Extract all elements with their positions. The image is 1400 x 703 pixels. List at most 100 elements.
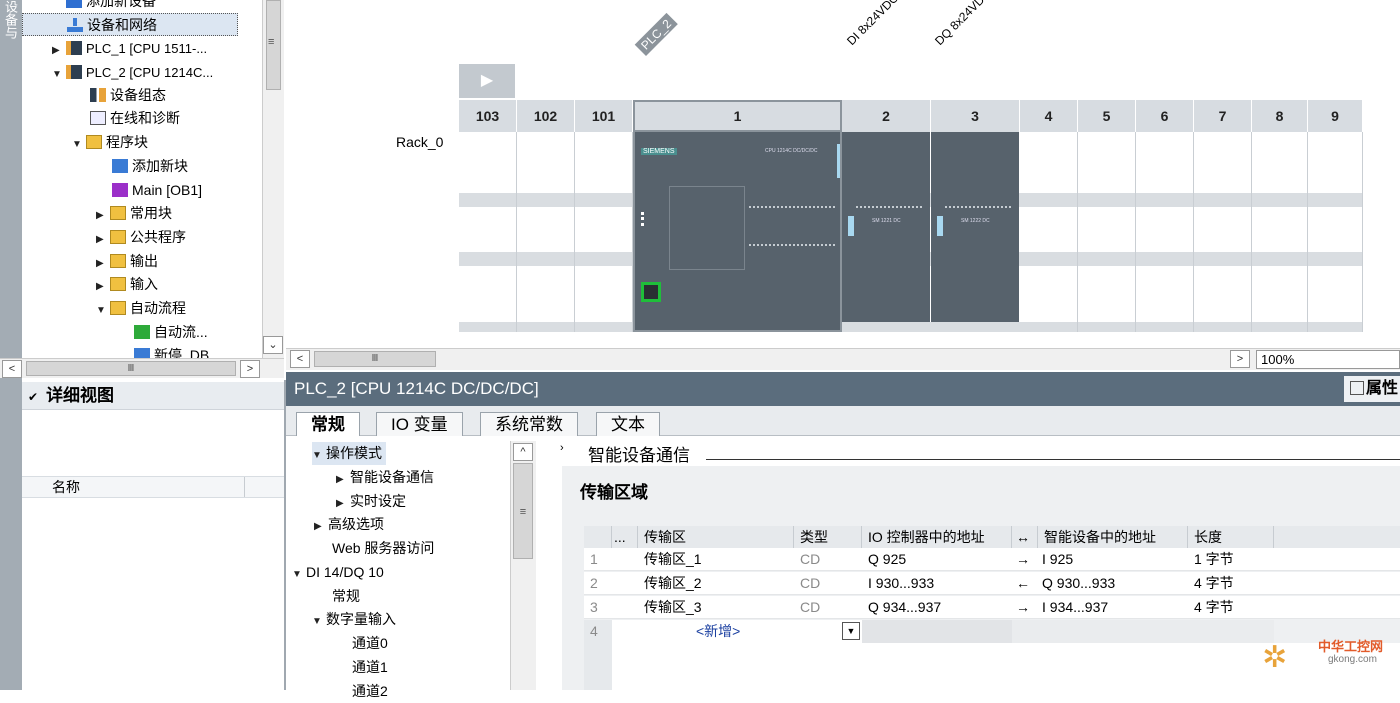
row-area-name[interactable]: 传输区_1 [638, 548, 702, 571]
nav-item-di-dq[interactable]: ▼ DI 14/DQ 10 [292, 561, 384, 584]
nav-item-channel-2[interactable]: 通道2 [352, 680, 388, 703]
row-device-address[interactable]: I 934...937 [1036, 596, 1108, 619]
device-view-horizontal-scrollbar[interactable]: < Ⅲ > 100% [286, 348, 1400, 370]
row-controller-address[interactable]: Q 925 [862, 548, 906, 571]
tree-hscroll-thumb[interactable]: Ⅲ [26, 361, 236, 376]
nav-item-web-server[interactable]: Web 服务器访问 [332, 537, 434, 560]
nav-vertical-scrollbar[interactable]: ^ ≡ [510, 441, 536, 690]
scroll-left-button[interactable]: < [290, 350, 310, 368]
ethernet-port-icon[interactable] [641, 282, 661, 302]
expand-arrow-icon[interactable]: ▶ [96, 228, 110, 251]
row-controller-address[interactable]: Q 934...937 [862, 596, 941, 619]
table-header-controller-address[interactable]: IO 控制器中的地址 [862, 526, 1012, 548]
slot-header[interactable]: 3 [931, 100, 1020, 132]
nav-item-general[interactable]: 常规 [332, 585, 360, 608]
table-header-device-address[interactable]: 智能设备中的地址 [1038, 526, 1188, 548]
tab-texts[interactable]: 文本 [596, 412, 660, 436]
collapse-arrow-icon[interactable]: ▼ [292, 563, 306, 586]
collapse-arrow-icon[interactable]: ▼ [96, 299, 110, 322]
tree-item-online-diagnostics[interactable]: 在线和诊断 [90, 107, 180, 130]
scroll-right-button[interactable]: > [1230, 350, 1250, 368]
table-row[interactable] [584, 572, 1400, 595]
nav-scroll-thumb[interactable]: ≡ [513, 463, 533, 559]
row-area-name[interactable]: 传输区_2 [638, 572, 702, 595]
row-length[interactable]: 1 字节 [1188, 548, 1234, 571]
tree-item-device-config[interactable]: 设备组态 [90, 84, 166, 107]
table-row[interactable] [584, 548, 1400, 571]
nav-item-operating-mode[interactable]: ▼ 操作模式 [312, 442, 386, 465]
tree-item-inputs[interactable]: ▶ 输入 [96, 273, 158, 296]
row-length[interactable]: 4 字节 [1188, 572, 1234, 595]
slot-header[interactable]: 101 [575, 100, 633, 132]
slot-header[interactable]: 102 [517, 100, 575, 132]
empty-slot[interactable] [1078, 132, 1136, 332]
tree-horizontal-scrollbar[interactable]: < Ⅲ > [0, 358, 284, 378]
row-length[interactable]: 4 字节 [1188, 596, 1234, 619]
row-controller-address[interactable]: I 930...933 [862, 572, 934, 595]
device-hscroll-thumb[interactable]: Ⅲ [314, 351, 436, 367]
empty-slot[interactable] [459, 132, 517, 332]
table-row[interactable] [584, 596, 1400, 619]
collapse-arrow-icon[interactable]: ▼ [72, 133, 86, 156]
cpu-module[interactable]: SIEMENS CPU 1214C DC/DC/DC [633, 132, 842, 332]
slot-header[interactable]: 8 [1252, 100, 1308, 132]
empty-slot[interactable] [1252, 132, 1308, 332]
slot-header[interactable]: 6 [1136, 100, 1194, 132]
tree-item-outputs[interactable]: ▶ 输出 [96, 250, 158, 273]
module-label-di[interactable]: DI 8x24VDC [844, 0, 901, 48]
module-label-plc[interactable]: PLC_2 [634, 13, 678, 56]
nav-item-channel-0[interactable]: 通道0 [352, 632, 388, 655]
table-header-length[interactable]: 长度 [1188, 526, 1274, 548]
detail-view-title[interactable]: ✔ 详细视图 [22, 382, 284, 410]
tree-item-main-ob1[interactable]: Main [OB1] [112, 179, 202, 202]
nav-item-channel-1[interactable]: 通道1 [352, 656, 388, 679]
tree-vertical-scrollbar[interactable]: ≡ ⌄ [262, 0, 284, 358]
scroll-right-button[interactable]: > [240, 360, 260, 378]
empty-slot[interactable] [517, 132, 575, 332]
slot-header[interactable]: 103 [459, 100, 517, 132]
direction-arrow-icon[interactable]: ← [1010, 572, 1030, 595]
zoom-select[interactable]: 100% [1256, 350, 1400, 369]
expand-arrow-icon[interactable]: ▶ [314, 515, 328, 538]
tree-item-auto-fb[interactable]: 自动流... [134, 321, 208, 344]
add-new-row[interactable]: <新增> [690, 620, 740, 643]
row-type[interactable]: CD [794, 548, 820, 571]
tree-item-auto-process[interactable]: ▼ 自动流程 [96, 297, 186, 320]
slot-header[interactable]: 5 [1078, 100, 1136, 132]
row-type[interactable]: CD [794, 572, 820, 595]
row-type[interactable]: CD [794, 596, 820, 619]
row-area-name[interactable]: 传输区_3 [638, 596, 702, 619]
direction-arrow-icon[interactable]: → [1010, 596, 1030, 619]
tab-general[interactable]: 常规 [296, 412, 360, 436]
table-header-dots[interactable]: ... [612, 526, 638, 548]
tree-item-program-blocks[interactable]: ▼ 程序块 [72, 131, 148, 154]
expand-arrow-icon[interactable]: ▶ [52, 39, 66, 62]
dropdown-arrow-icon[interactable]: ▼ [842, 622, 860, 640]
slot-header[interactable]: 2 [842, 100, 931, 132]
tab-io-tags[interactable]: IO 变量 [376, 412, 463, 436]
nav-item-realtime[interactable]: ▶ 实时设定 [336, 490, 406, 513]
tree-item-db[interactable]: 新停_DB [134, 344, 209, 358]
tree-item-devices-networks[interactable]: 设备和网络 [22, 13, 238, 36]
new-row-device-cell[interactable] [1012, 620, 1274, 643]
collapse-chevron-icon[interactable]: ✔ [28, 390, 38, 404]
di-module[interactable]: SM 1221 DC [842, 132, 930, 322]
empty-slot[interactable] [1020, 132, 1078, 332]
direction-arrow-icon[interactable]: → [1010, 548, 1030, 571]
empty-slot[interactable] [575, 132, 633, 332]
nav-item-digital-input[interactable]: ▼ 数字量输入 [312, 608, 396, 631]
slot-header-selected[interactable]: 1 [633, 100, 842, 132]
new-row-controller-cell[interactable] [862, 620, 1012, 643]
tree-item-add-device[interactable]: 添加新设备 [66, 0, 156, 13]
nav-item-advanced[interactable]: ▶ 高级选项 [314, 513, 384, 536]
empty-slot[interactable] [1308, 132, 1363, 332]
table-header-direction[interactable]: ↔ [1012, 526, 1038, 548]
column-name[interactable]: 名称 [52, 477, 80, 497]
rack-expand-button[interactable]: ▶ [459, 64, 515, 98]
table-header-type[interactable]: 类型 [794, 526, 862, 548]
empty-slot[interactable] [1194, 132, 1252, 332]
collapse-arrow-icon[interactable]: ▼ [312, 444, 326, 467]
tree-item-plc1[interactable]: ▶ PLC_1 [CPU 1511-... [52, 37, 207, 60]
expand-arrow-icon[interactable]: ▶ [336, 468, 350, 491]
expand-arrow-icon[interactable]: ▶ [96, 275, 110, 298]
